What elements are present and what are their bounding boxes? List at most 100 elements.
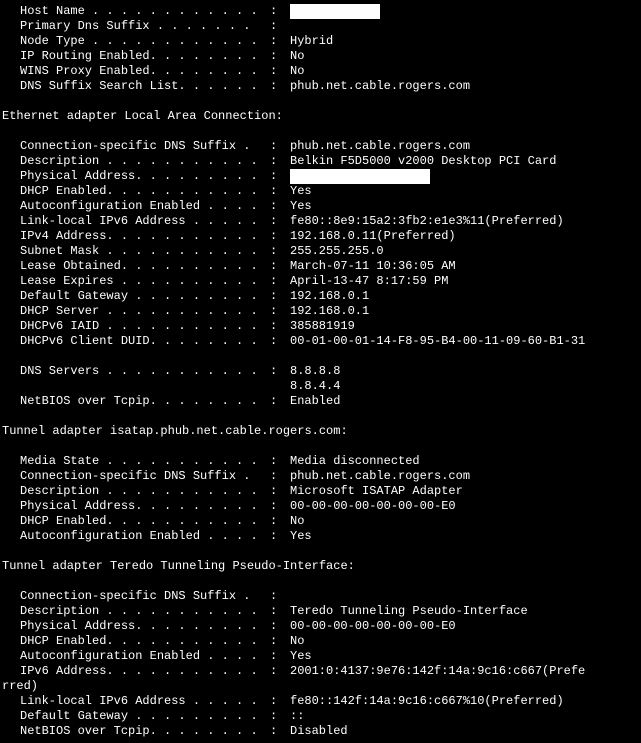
output-row: Autoconfiguration Enabled . . . .: Yes (2, 529, 639, 544)
wrapped-text: rred) (2, 679, 38, 694)
output-row: Physical Address. . . . . . . . .: 00-00… (2, 499, 639, 514)
output-row: IPv6 Address. . . . . . . . . . .: 2001:… (2, 664, 639, 679)
output-row: Default Gateway . . . . . . . . .: 192.1… (2, 289, 639, 304)
field-value: :: (290, 709, 639, 724)
separator: : (270, 694, 290, 709)
field-label: Connection-specific DNS Suffix . (20, 589, 270, 604)
field-label: Connection-specific DNS Suffix . (20, 469, 270, 484)
separator: : (270, 289, 290, 304)
output-row: Description . . . . . . . . . . .: Micro… (2, 484, 639, 499)
field-value: Yes (290, 649, 639, 664)
field-value: No (290, 64, 639, 79)
separator: : (270, 394, 290, 409)
field-value: 385881919 (290, 319, 639, 334)
field-value: 192.168.0.11(Preferred) (290, 229, 639, 244)
field-label: Description . . . . . . . . . . . (20, 604, 270, 619)
ipconfig-output: Host Name . . . . . . . . . . . .: Prima… (2, 4, 639, 739)
field-value: Microsoft ISATAP Adapter (290, 484, 639, 499)
field-value: Teredo Tunneling Pseudo-Interface (290, 604, 639, 619)
output-row: NetBIOS over Tcpip. . . . . . . .: Enabl… (2, 394, 639, 409)
wrapped-value: rred) (2, 679, 639, 694)
field-value: 192.168.0.1 (290, 289, 639, 304)
separator: : (270, 484, 290, 499)
blank-row (2, 124, 639, 139)
output-row: Primary Dns Suffix . . . . . . .: (2, 19, 639, 34)
field-value: 255.255.255.0 (290, 244, 639, 259)
output-row: NetBIOS over Tcpip. . . . . . . .: Disab… (2, 724, 639, 739)
field-label: NetBIOS over Tcpip. . . . . . . . (20, 724, 270, 739)
separator: : (270, 529, 290, 544)
field-label: Autoconfiguration Enabled . . . . (20, 199, 270, 214)
field-value: No (290, 634, 639, 649)
field-value: phub.net.cable.rogers.com (290, 469, 639, 484)
output-row: Default Gateway . . . . . . . . .: :: (2, 709, 639, 724)
output-row: DHCPv6 Client DUID. . . . . . . .: 00-01… (2, 334, 639, 349)
field-label: Physical Address. . . . . . . . . (20, 619, 270, 634)
field-value: 00-01-00-01-14-F8-95-B4-00-11-09-60-B1-3… (290, 334, 639, 349)
separator: : (270, 469, 290, 484)
separator: : (270, 184, 290, 199)
separator: : (270, 199, 290, 214)
output-row: Physical Address. . . . . . . . .: 00-00… (2, 619, 639, 634)
field-value: fe80::142f:14a:9c16:c667%10(Preferred) (290, 694, 639, 709)
separator: : (270, 229, 290, 244)
field-label: NetBIOS over Tcpip. . . . . . . . (20, 394, 270, 409)
field-value: Yes (290, 184, 639, 199)
field-label: Connection-specific DNS Suffix . (20, 139, 270, 154)
output-row: Link-local IPv6 Address . . . . .: fe80:… (2, 214, 639, 229)
output-row: Connection-specific DNS Suffix .: phub.n… (2, 469, 639, 484)
field-label: Node Type . . . . . . . . . . . . (20, 34, 270, 49)
field-label: Link-local IPv6 Address . . . . . (20, 214, 270, 229)
section-header: Tunnel adapter isatap.phub.net.cable.rog… (2, 424, 639, 439)
output-row: Connection-specific DNS Suffix .: phub.n… (2, 139, 639, 154)
redacted-block (290, 4, 380, 19)
section-header: Tunnel adapter Teredo Tunneling Pseudo-I… (2, 559, 639, 574)
redacted-block (290, 169, 430, 184)
field-label: IP Routing Enabled. . . . . . . . (20, 49, 270, 64)
field-label: Default Gateway . . . . . . . . . (20, 709, 270, 724)
separator: : (270, 649, 290, 664)
output-row: Connection-specific DNS Suffix .: (2, 589, 639, 604)
output-row: DNS Suffix Search List. . . . . .: phub.… (2, 79, 639, 94)
field-label: Physical Address. . . . . . . . . (20, 169, 270, 184)
field-value: Enabled (290, 394, 639, 409)
field-value: Belkin F5D5000 v2000 Desktop PCI Card (290, 154, 639, 169)
blank-row (2, 544, 639, 559)
field-value: 00-00-00-00-00-00-00-E0 (290, 499, 639, 514)
field-label: Physical Address. . . . . . . . . (20, 499, 270, 514)
separator: : (270, 724, 290, 739)
output-row: Description . . . . . . . . . . .: Tered… (2, 604, 639, 619)
separator: : (270, 139, 290, 154)
separator: : (270, 454, 290, 469)
field-value: April-13-47 8:17:59 PM (290, 274, 639, 289)
separator: : (270, 634, 290, 649)
separator: : (270, 664, 290, 679)
blank-row (2, 409, 639, 424)
separator: : (270, 274, 290, 289)
output-row: DHCP Server . . . . . . . . . . .: 192.1… (2, 304, 639, 319)
field-label: DHCP Enabled. . . . . . . . . . . (20, 184, 270, 199)
field-value: fe80::8e9:15a2:3fb2:e1e3%11(Preferred) (290, 214, 639, 229)
output-row: Physical Address. . . . . . . . .: (2, 169, 639, 184)
output-row: DHCPv6 IAID . . . . . . . . . . .: 38588… (2, 319, 639, 334)
header-text: Tunnel adapter isatap.phub.net.cable.rog… (2, 424, 348, 439)
header-text: Tunnel adapter Teredo Tunneling Pseudo-I… (2, 559, 355, 574)
field-label: IPv6 Address. . . . . . . . . . . (20, 664, 270, 679)
output-row: DHCP Enabled. . . . . . . . . . .: No (2, 634, 639, 649)
separator: : (270, 79, 290, 94)
output-row: Autoconfiguration Enabled . . . .: Yes (2, 649, 639, 664)
separator: : (270, 169, 290, 184)
field-label: Autoconfiguration Enabled . . . . (20, 649, 270, 664)
field-value: 8.8.4.4 (290, 379, 639, 394)
separator: : (270, 214, 290, 229)
field-label: Autoconfiguration Enabled . . . . (20, 529, 270, 544)
output-row: WINS Proxy Enabled. . . . . . . .: No (2, 64, 639, 79)
field-label: Description . . . . . . . . . . . (20, 484, 270, 499)
section-header: Ethernet adapter Local Area Connection: (2, 109, 639, 124)
output-row: DHCP Enabled. . . . . . . . . . .: Yes (2, 184, 639, 199)
separator: : (270, 34, 290, 49)
separator: : (270, 64, 290, 79)
separator: : (270, 319, 290, 334)
output-row: IPv4 Address. . . . . . . . . . .: 192.1… (2, 229, 639, 244)
field-value: Hybrid (290, 34, 639, 49)
